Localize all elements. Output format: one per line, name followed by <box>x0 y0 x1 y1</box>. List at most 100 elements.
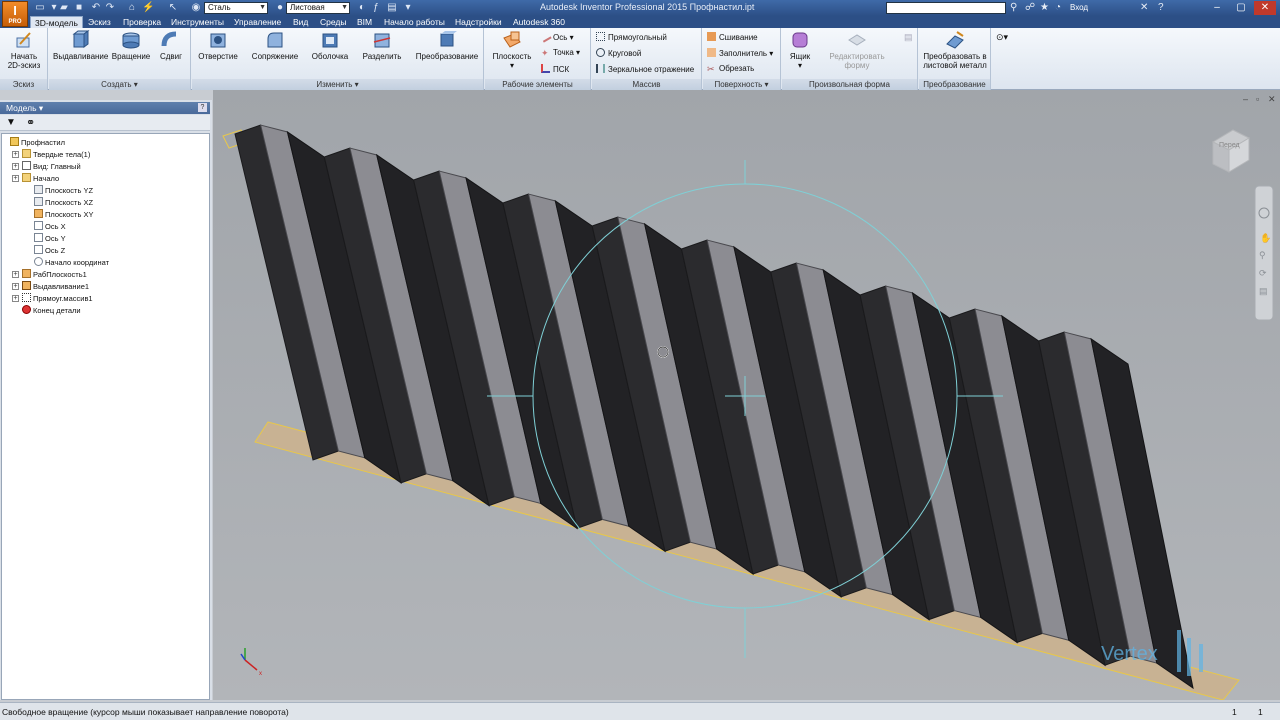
minimize-button[interactable]: – <box>1206 1 1228 15</box>
circular-pattern-button[interactable]: Круговой <box>596 48 641 59</box>
tree-expand-toggle[interactable]: + <box>12 151 19 158</box>
tree-node[interactable]: Начало координат <box>34 257 109 268</box>
select-icon[interactable]: ↖ <box>167 2 179 14</box>
tab-view[interactable]: Вид <box>293 16 308 28</box>
tree-expand-toggle[interactable]: + <box>12 283 19 290</box>
sweep-button[interactable]: Сдвиг <box>155 30 187 61</box>
tree-node[interactable]: Ось X <box>34 221 66 232</box>
overflow-icon[interactable]: ▾ <box>402 2 414 14</box>
tree-node[interactable]: Ось Y <box>34 233 66 244</box>
tree-node[interactable]: Прямоуг.массив1 <box>22 293 93 304</box>
tab-add-ins[interactable]: Надстройки <box>455 16 502 28</box>
browser-help-button[interactable]: ? <box>198 103 207 112</box>
tab-get-started[interactable]: Начало работы <box>384 16 445 28</box>
patch-button[interactable]: Заполнитель ▾ <box>707 48 773 59</box>
shell-button[interactable]: Оболочка <box>306 30 354 61</box>
convert-button[interactable]: Преобразование <box>414 30 480 61</box>
new-file-icon[interactable]: ▭ <box>34 2 46 14</box>
user-icon[interactable]: ◔ <box>1055 2 1061 14</box>
edit-form-button[interactable]: Редактировать форму <box>818 30 896 70</box>
browser-header[interactable]: Модель ▾ ? <box>0 102 210 114</box>
appearance-combo[interactable]: Листовая ▼ <box>286 2 350 14</box>
panel-label-modify[interactable]: Изменить ▾ <box>192 79 483 90</box>
start-2d-sketch-button[interactable]: Начать 2D-эскиз <box>4 30 44 70</box>
tab-manage[interactable]: Управление <box>234 16 281 28</box>
ucs-button[interactable]: ПСК <box>541 64 569 75</box>
freeform-options-icon[interactable]: ▤ <box>904 32 913 43</box>
tree-node[interactable]: Плоскость XZ <box>34 197 93 208</box>
tab-bim[interactable]: BIM <box>357 16 372 28</box>
sign-in-label[interactable]: Вход <box>1070 3 1088 12</box>
viewport-restore-icon[interactable]: ▫ <box>1256 94 1259 104</box>
convert-to-sheet-metal-button[interactable]: Преобразовать в листовой металл <box>921 30 989 70</box>
plane-button[interactable]: Плоскость ▾ <box>489 30 535 70</box>
undo-icon[interactable]: ↶ <box>90 2 102 14</box>
close-button[interactable]: ✕ <box>1254 1 1276 15</box>
favorites-icon[interactable]: ★ <box>1040 2 1049 14</box>
panel-label-surface[interactable]: Поверхность ▾ <box>703 79 780 90</box>
search-icon[interactable]: ⚲ <box>1010 2 1017 14</box>
tree-node[interactable]: Выдавливание1 <box>22 281 89 292</box>
orbit-icon[interactable]: ⟳ <box>1259 268 1267 278</box>
redo-icon[interactable]: ↷ <box>104 2 116 14</box>
viewport-minimize-icon[interactable]: – <box>1243 94 1248 104</box>
revolve-button[interactable]: Вращение <box>109 30 153 61</box>
tab-tools[interactable]: Инструменты <box>171 16 224 28</box>
material-combo[interactable]: Сталь ▼ <box>204 2 268 14</box>
tab-autodesk-360[interactable]: Autodesk 360 <box>513 16 565 28</box>
exchange-icon[interactable]: ✕ <box>1140 2 1148 14</box>
look-at-icon[interactable]: ▤ <box>1259 286 1268 296</box>
view-cube-label[interactable]: Перед <box>1219 142 1240 149</box>
tree-expand-toggle[interactable]: + <box>12 271 19 278</box>
tree-node[interactable]: Начало <box>22 173 59 184</box>
filter-icon[interactable]: ▼ <box>6 117 16 128</box>
save-icon[interactable]: ■ <box>73 2 85 14</box>
tab-environments[interactable]: Среды <box>320 16 346 28</box>
update-icon[interactable]: ⚡ <box>142 2 154 14</box>
hole-button[interactable]: Отверстие <box>196 30 240 61</box>
find-icon[interactable]: ⚭ <box>26 116 35 129</box>
rectangular-pattern-button[interactable]: Прямоугольный <box>596 32 667 43</box>
model-scene[interactable]: Перед ✋ ⚲ ⟳ ▤ – ▫ ✕ x Vertex <box>213 90 1280 700</box>
zoom-icon[interactable]: ⚲ <box>1259 250 1266 260</box>
adjust-icon[interactable]: ◐ <box>356 2 368 14</box>
tab-sketch[interactable]: Эскиз <box>88 16 111 28</box>
tab-3d-model[interactable]: 3D-модель <box>30 16 83 28</box>
binoculars-icon[interactable]: ☍ <box>1025 2 1035 14</box>
trim-button[interactable]: ✂ Обрезать <box>707 64 754 74</box>
mirror-button[interactable]: Зеркальное отражение <box>596 64 694 75</box>
tree-node[interactable]: Плоскость YZ <box>34 185 93 196</box>
split-button[interactable]: Разделить <box>358 30 406 61</box>
tree-expand-toggle[interactable]: + <box>12 295 19 302</box>
help-icon[interactable]: ? <box>1158 2 1164 14</box>
tree-node[interactable]: РабПлоскость1 <box>22 269 87 280</box>
fx-icon[interactable]: ƒ <box>370 2 382 14</box>
fillet-button[interactable]: Сопряжение <box>246 30 304 61</box>
point-button[interactable]: ✦ Точка ▾ <box>541 48 580 58</box>
extrude-button[interactable]: Выдавливание <box>53 30 108 61</box>
viewport-close-icon[interactable]: ✕ <box>1268 94 1276 104</box>
ribbon-options-icon[interactable]: ⊙▾ <box>996 32 1008 43</box>
search-input[interactable] <box>886 2 1006 14</box>
tree-node[interactable]: Плоскость XY <box>34 209 94 220</box>
stitch-button[interactable]: Сшивание <box>707 32 758 43</box>
navigation-bar[interactable]: ✋ ⚲ ⟳ ▤ <box>1254 185 1274 321</box>
panel-label-create[interactable]: Создать ▾ <box>49 79 190 90</box>
axis-button[interactable]: Ось ▾ <box>539 30 574 43</box>
open-icon[interactable]: ▰ <box>58 2 70 14</box>
tree-node[interactable]: Вид: Главный <box>22 161 81 172</box>
tree-node[interactable]: Конец детали <box>22 305 81 316</box>
tab-inspect[interactable]: Проверка <box>123 16 161 28</box>
tree-expand-toggle[interactable]: + <box>12 175 19 182</box>
tree-node[interactable]: Ось Z <box>34 245 65 256</box>
tree-expand-toggle[interactable]: + <box>12 163 19 170</box>
tree-node[interactable]: Твердые тела(1) <box>22 149 90 160</box>
pan-icon[interactable]: ✋ <box>1260 232 1271 243</box>
application-menu-button[interactable]: I PRO <box>2 1 28 27</box>
maximize-button[interactable]: ▢ <box>1230 1 1252 15</box>
graphics-viewport[interactable]: Перед ✋ ⚲ ⟳ ▤ – ▫ ✕ x Vertex <box>213 90 1280 700</box>
tree-node[interactable]: Профнастил <box>10 137 65 148</box>
customize-icon[interactable]: ▤ <box>386 2 398 14</box>
box-button[interactable]: Ящик ▾ <box>786 30 814 70</box>
home-icon[interactable]: ⌂ <box>126 2 138 14</box>
